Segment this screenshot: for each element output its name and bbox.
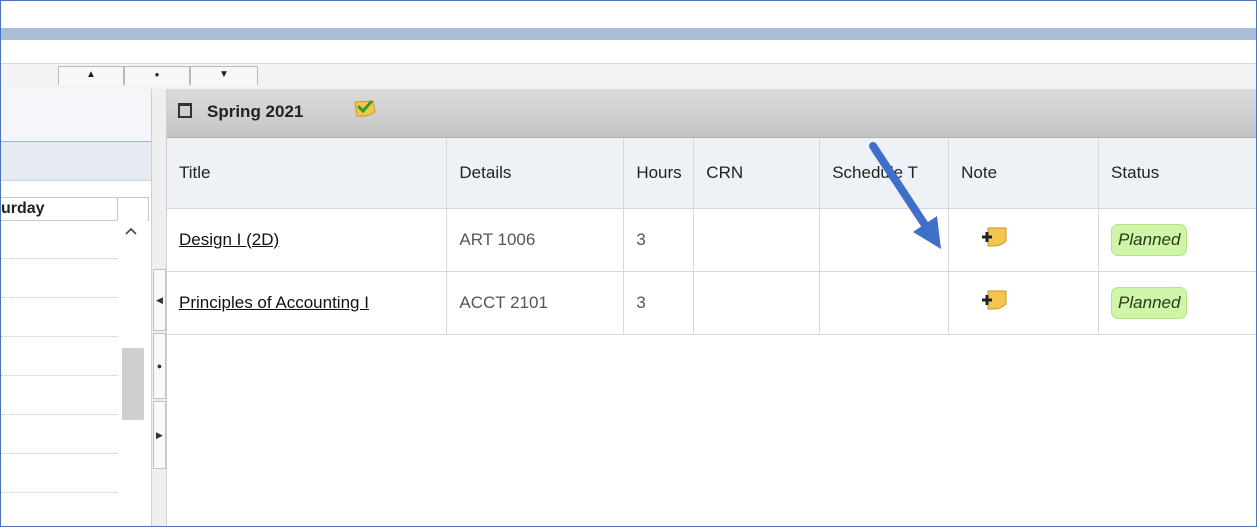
calendar-header — [1, 89, 151, 142]
course-title-cell: Principles of Accounting I — [167, 271, 448, 335]
up-arrow-icon: ▲ — [86, 69, 96, 80]
col-hours[interactable]: Hours — [623, 138, 695, 209]
calendar-pane: urday — [1, 89, 151, 526]
course-status-cell: Planned — [1098, 271, 1256, 335]
calendar-row[interactable] — [1, 415, 117, 454]
add-note-icon[interactable] — [979, 226, 1009, 248]
calendar-row[interactable] — [1, 259, 117, 298]
course-hours-cell: 3 — [623, 271, 695, 335]
calendar-row[interactable] — [1, 337, 117, 376]
top-bar — [1, 28, 1256, 40]
course-note-cell — [948, 208, 1100, 272]
scroll-thumb[interactable] — [122, 348, 144, 420]
scroll-up-icon[interactable] — [125, 226, 137, 236]
center-splitter-button[interactable]: ● — [153, 333, 166, 399]
calendar-scrollbar[interactable] — [118, 220, 147, 526]
course-status-cell: Planned — [1098, 208, 1256, 272]
col-crn[interactable]: CRN — [693, 138, 821, 209]
dot-icon: ● — [156, 361, 163, 371]
table-row: Design I (2D) ART 1006 3 Planned — [167, 208, 1256, 272]
term-header: Spring 2021 — [167, 89, 1256, 138]
add-note-icon[interactable] — [979, 289, 1009, 311]
collapse-left-button[interactable]: ◀ — [153, 269, 166, 331]
table-header-row: Title Details Hours CRN Schedule T Note … — [167, 138, 1256, 209]
calendar-row[interactable] — [1, 220, 117, 259]
app-window: ▲ ● ▼ urday ◀ ● ▶ Spring 2021 Title Deta… — [0, 0, 1257, 527]
col-title[interactable]: Title — [167, 138, 448, 209]
course-details-cell: ART 1006 — [446, 208, 625, 272]
course-schedule-cell — [819, 208, 950, 272]
course-note-cell — [948, 271, 1100, 335]
table-row: Principles of Accounting I ACCT 2101 3 P… — [167, 271, 1256, 335]
calendar-icon — [178, 103, 192, 118]
status-badge: Planned — [1111, 223, 1188, 256]
status-badge: Planned — [1111, 286, 1188, 319]
course-details-cell: ACCT 2101 — [446, 271, 625, 335]
calendar-row[interactable] — [1, 298, 117, 337]
calendar-subheader — [1, 142, 151, 181]
calendar-row[interactable] — [1, 376, 117, 415]
header-corner — [117, 197, 149, 221]
col-status[interactable]: Status — [1098, 138, 1256, 209]
course-schedule-cell — [819, 271, 950, 335]
course-crn-cell — [693, 208, 821, 272]
center-button[interactable]: ● — [124, 66, 190, 85]
course-title-cell: Design I (2D) — [167, 208, 448, 272]
day-label: urday — [1, 200, 45, 217]
pane-splitter[interactable]: ◀ ● ▶ — [151, 89, 167, 526]
left-arrow-icon: ◀ — [156, 295, 163, 305]
move-down-button[interactable]: ▼ — [190, 66, 258, 85]
term-title: Spring 2021 — [207, 102, 304, 121]
course-title-link[interactable]: Principles of Accounting I — [179, 293, 369, 312]
col-details[interactable]: Details — [446, 138, 625, 209]
term-pane: Spring 2021 Title Details Hours CRN Sche… — [167, 89, 1256, 526]
move-up-button[interactable]: ▲ — [58, 66, 124, 85]
course-title-link[interactable]: Design I (2D) — [179, 230, 279, 249]
toolbar: ▲ ● ▼ — [1, 63, 1256, 90]
course-hours-cell: 3 — [623, 208, 695, 272]
down-arrow-icon: ▼ — [219, 69, 229, 80]
dot-icon: ● — [154, 70, 160, 79]
col-note[interactable]: Note — [948, 138, 1100, 209]
course-table: Title Details Hours CRN Schedule T Note … — [167, 138, 1256, 335]
col-schedule[interactable]: Schedule T — [819, 138, 950, 209]
term-note-check-icon[interactable] — [352, 98, 378, 118]
calendar-row[interactable] — [1, 454, 117, 493]
collapse-right-button[interactable]: ▶ — [153, 401, 166, 469]
day-column-header: urday — [1, 197, 118, 221]
right-arrow-icon: ▶ — [156, 430, 163, 440]
course-crn-cell — [693, 271, 821, 335]
